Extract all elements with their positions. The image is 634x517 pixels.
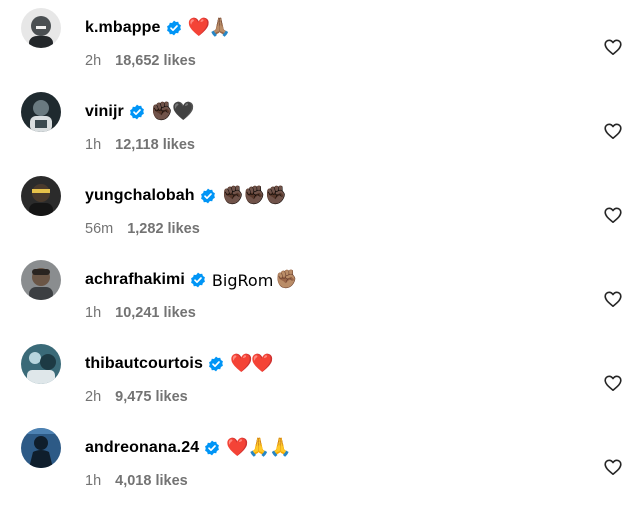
comment-time[interactable]: 56m [85, 221, 113, 237]
username[interactable]: vinijr [85, 103, 124, 121]
verified-badge-icon [190, 272, 206, 288]
comment-item: achrafhakimi BigRom ✊🏽 1h 10,241 likes [0, 252, 634, 336]
comment-emoji: ✊🏿✊🏿✊🏿 [221, 185, 287, 206]
username[interactable]: k.mbappe [85, 19, 161, 37]
comment-time[interactable]: 2h [85, 53, 101, 69]
comment-text: BigRom [211, 270, 274, 290]
verified-badge-icon [200, 188, 216, 204]
heart-outline-icon[interactable] [603, 37, 623, 57]
username[interactable]: andreonana.24 [85, 439, 199, 457]
likes-count[interactable]: 10,241 likes [115, 305, 196, 321]
comment-item: thibautcourtois ❤️❤️ 2h 9,475 likes [0, 336, 634, 420]
likes-count[interactable]: 9,475 likes [115, 389, 188, 405]
avatar[interactable] [21, 344, 61, 384]
heart-outline-icon[interactable] [603, 373, 623, 393]
comment-emoji: ❤️🙏🏽 [187, 17, 232, 38]
avatar[interactable] [21, 92, 61, 132]
comments-list: k.mbappe ❤️🙏🏽 2h 18,652 likes vinijr ✊🏿🖤 [0, 0, 634, 517]
comment-time[interactable]: 1h [85, 473, 101, 489]
comment-emoji: ❤️🙏🙏 [226, 437, 291, 458]
heart-outline-icon[interactable] [603, 457, 623, 477]
likes-count[interactable]: 18,652 likes [115, 53, 196, 69]
comment-emoji: ✊🏽 [275, 269, 297, 290]
comment-time[interactable]: 1h [85, 305, 101, 321]
comment-item: vinijr ✊🏿🖤 1h 12,118 likes [0, 84, 634, 168]
heart-outline-icon[interactable] [603, 289, 623, 309]
comment-item: yungchalobah ✊🏿✊🏿✊🏿 56m 1,282 likes [0, 168, 634, 252]
heart-outline-icon[interactable] [603, 121, 623, 141]
avatar[interactable] [21, 260, 61, 300]
username[interactable]: achrafhakimi [85, 271, 185, 289]
verified-badge-icon [129, 104, 145, 120]
verified-badge-icon [204, 440, 220, 456]
username[interactable]: thibautcourtois [85, 355, 203, 373]
likes-count[interactable]: 12,118 likes [115, 137, 195, 153]
verified-badge-icon [166, 20, 182, 36]
likes-count[interactable]: 4,018 likes [115, 473, 188, 489]
likes-count[interactable]: 1,282 likes [127, 221, 200, 237]
avatar[interactable] [21, 8, 61, 48]
comment-item: k.mbappe ❤️🙏🏽 2h 18,652 likes [0, 0, 634, 84]
avatar[interactable] [21, 428, 61, 468]
comment-emoji: ✊🏿🖤 [150, 101, 195, 122]
avatar[interactable] [21, 176, 61, 216]
comment-time[interactable]: 2h [85, 389, 101, 405]
comment-item: andreonana.24 ❤️🙏🙏 1h 4,018 likes [0, 420, 634, 504]
verified-badge-icon [208, 356, 224, 372]
heart-outline-icon[interactable] [603, 205, 623, 225]
comment-emoji: ❤️❤️ [229, 353, 274, 374]
username[interactable]: yungchalobah [85, 187, 195, 205]
comment-time[interactable]: 1h [85, 137, 101, 153]
